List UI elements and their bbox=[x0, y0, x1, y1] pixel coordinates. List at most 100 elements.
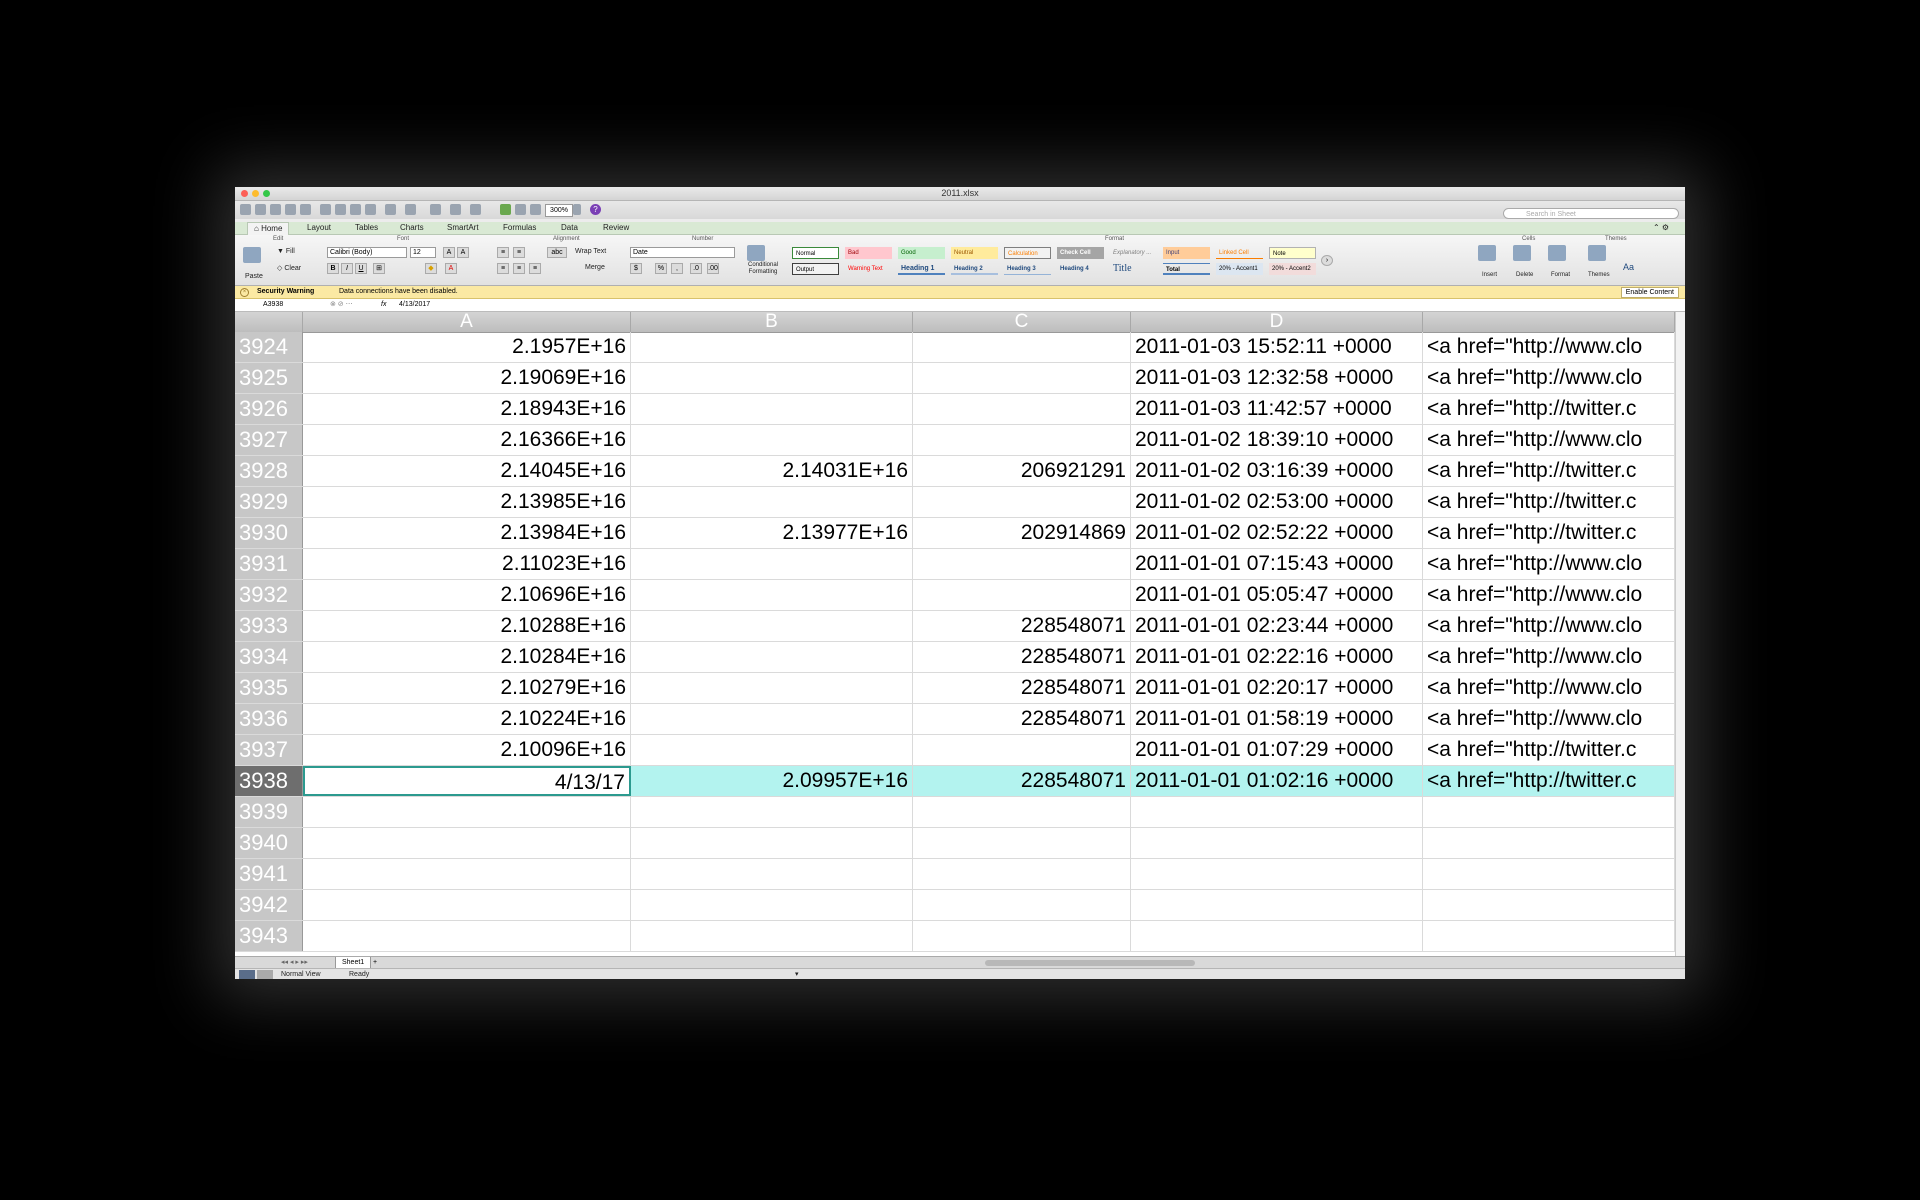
cell-c[interactable] bbox=[913, 332, 1131, 362]
cell-e[interactable]: <a href="http://twitter.c bbox=[1423, 766, 1675, 796]
cell-d[interactable]: 2011-01-02 02:53:00 +0000 bbox=[1131, 487, 1423, 517]
cell-a[interactable] bbox=[303, 797, 631, 827]
style-calculation[interactable]: Calculation bbox=[1004, 247, 1051, 259]
style-output[interactable]: Output bbox=[792, 263, 839, 275]
tab-smartart[interactable]: SmartArt bbox=[447, 223, 479, 232]
borders-icon[interactable]: ⊞ bbox=[373, 263, 385, 274]
cell-e[interactable]: <a href="http://www.clo bbox=[1423, 363, 1675, 393]
cell-a[interactable]: 2.14045E+16 bbox=[303, 456, 631, 486]
cell-d[interactable]: 2011-01-03 15:52:11 +0000 bbox=[1131, 332, 1423, 362]
insert-label[interactable]: Insert bbox=[1482, 272, 1497, 278]
cell-c[interactable]: 228548071 bbox=[913, 611, 1131, 641]
cell-c[interactable]: 202914869 bbox=[913, 518, 1131, 548]
cell-e[interactable]: <a href="http://twitter.c bbox=[1423, 487, 1675, 517]
cell-c[interactable] bbox=[913, 735, 1131, 765]
page-layout-view-icon[interactable] bbox=[257, 970, 273, 979]
zoom-dropdown-icon[interactable] bbox=[573, 204, 581, 215]
cell-d[interactable]: 2011-01-02 18:39:10 +0000 bbox=[1131, 425, 1423, 455]
collapse-ribbon-icon[interactable]: ⌃ ⚙ bbox=[1653, 223, 1669, 232]
cut-icon[interactable] bbox=[320, 204, 331, 215]
cell-d[interactable]: 2011-01-01 01:58:19 +0000 bbox=[1131, 704, 1423, 734]
cell-c[interactable]: 228548071 bbox=[913, 766, 1131, 796]
wrap-text-button[interactable]: Wrap Text bbox=[575, 248, 606, 255]
style-accent1[interactable]: 20% - Accent1 bbox=[1216, 263, 1263, 275]
cell-c[interactable]: 228548071 bbox=[913, 642, 1131, 672]
cell-e[interactable]: <a href="http://twitter.c bbox=[1423, 518, 1675, 548]
cell-a[interactable] bbox=[303, 859, 631, 889]
cell-d[interactable] bbox=[1131, 797, 1423, 827]
font-size-select[interactable]: 12 bbox=[410, 247, 436, 258]
row-header[interactable]: 3932 bbox=[235, 580, 303, 610]
format-painter-icon[interactable] bbox=[365, 204, 376, 215]
paste-label[interactable]: Paste bbox=[245, 273, 263, 280]
conditional-formatting-label[interactable]: Conditional Formatting bbox=[741, 262, 785, 276]
clear-button[interactable]: ◇ Clear bbox=[277, 264, 301, 272]
cell-b[interactable] bbox=[631, 673, 913, 703]
grow-font-icon[interactable]: A bbox=[443, 247, 455, 258]
formula-input[interactable]: 4/13/2017 bbox=[399, 299, 430, 311]
formula-builder-icon[interactable] bbox=[500, 204, 511, 215]
cell-d[interactable]: 2011-01-01 01:02:16 +0000 bbox=[1131, 766, 1423, 796]
cell-b[interactable] bbox=[631, 735, 913, 765]
cell-a[interactable] bbox=[303, 921, 631, 951]
cell-e[interactable] bbox=[1423, 797, 1675, 827]
close-warning-icon[interactable]: × bbox=[240, 288, 249, 297]
open-icon[interactable] bbox=[270, 204, 281, 215]
theme-fonts-button[interactable]: Aa bbox=[1623, 262, 1634, 272]
formula-controls-icon[interactable]: ⊗ ⊘ ⋯ bbox=[330, 299, 353, 311]
help-icon[interactable]: ? bbox=[590, 204, 601, 215]
cell-d[interactable]: 2011-01-01 07:15:43 +0000 bbox=[1131, 549, 1423, 579]
style-title[interactable]: Title bbox=[1110, 263, 1157, 275]
row-header[interactable]: 3931 bbox=[235, 549, 303, 579]
status-dropdown-icon[interactable]: ▾ bbox=[795, 969, 799, 979]
cell-c[interactable] bbox=[913, 859, 1131, 889]
row-header[interactable]: 3942 bbox=[235, 890, 303, 920]
style-input[interactable]: Input bbox=[1163, 247, 1210, 259]
row-header[interactable]: 3930 bbox=[235, 518, 303, 548]
cell-a[interactable] bbox=[303, 828, 631, 858]
cell-b[interactable] bbox=[631, 549, 913, 579]
cell-a[interactable]: 2.18943E+16 bbox=[303, 394, 631, 424]
cell-c[interactable] bbox=[913, 363, 1131, 393]
cell-c[interactable] bbox=[913, 828, 1131, 858]
font-name-select[interactable]: Calibri (Body) bbox=[327, 247, 407, 258]
row-header[interactable]: 3941 bbox=[235, 859, 303, 889]
themes-label[interactable]: Themes bbox=[1588, 272, 1610, 278]
cell-c[interactable]: 206921291 bbox=[913, 456, 1131, 486]
cell-c[interactable] bbox=[913, 797, 1131, 827]
filter-icon[interactable] bbox=[470, 204, 481, 215]
row-header[interactable]: 3940 bbox=[235, 828, 303, 858]
style-warning-text[interactable]: Warning Text bbox=[845, 263, 892, 275]
cell-a[interactable]: 2.10279E+16 bbox=[303, 673, 631, 703]
cell-e[interactable]: <a href="http://www.clo bbox=[1423, 425, 1675, 455]
style-accent2[interactable]: 20% - Accent2 bbox=[1269, 263, 1316, 275]
cell-b[interactable] bbox=[631, 828, 913, 858]
cell-d[interactable]: 2011-01-02 03:16:39 +0000 bbox=[1131, 456, 1423, 486]
decrease-decimal-icon[interactable]: .00 bbox=[707, 263, 719, 274]
cell-a[interactable]: 2.13984E+16 bbox=[303, 518, 631, 548]
search-field[interactable]: Search in Sheet bbox=[1503, 208, 1679, 219]
cell-e[interactable] bbox=[1423, 921, 1675, 951]
cell-e[interactable]: <a href="http://www.clo bbox=[1423, 704, 1675, 734]
tab-formulas[interactable]: Formulas bbox=[503, 223, 536, 232]
bold-button[interactable]: B bbox=[327, 263, 339, 274]
cell-e[interactable] bbox=[1423, 890, 1675, 920]
cell-a[interactable]: 2.10284E+16 bbox=[303, 642, 631, 672]
row-header[interactable]: 3929 bbox=[235, 487, 303, 517]
cell-e[interactable]: <a href="http://www.clo bbox=[1423, 642, 1675, 672]
style-heading-1[interactable]: Heading 1 bbox=[898, 263, 945, 275]
align-middle-icon[interactable]: ≡ bbox=[513, 247, 525, 258]
row-header[interactable]: 3943 bbox=[235, 921, 303, 951]
underline-button[interactable]: U bbox=[355, 263, 367, 274]
cell-a[interactable]: 4/13/17 bbox=[303, 766, 631, 796]
cell-c[interactable] bbox=[913, 549, 1131, 579]
column-header-b[interactable]: B bbox=[631, 312, 913, 332]
cell-d[interactable]: 2011-01-01 01:07:29 +0000 bbox=[1131, 735, 1423, 765]
fill-color-icon[interactable]: ◆ bbox=[425, 263, 437, 274]
cell-c[interactable] bbox=[913, 921, 1131, 951]
cell-c[interactable]: 228548071 bbox=[913, 704, 1131, 734]
copy-icon[interactable] bbox=[335, 204, 346, 215]
cell-e[interactable]: <a href="http://twitter.c bbox=[1423, 394, 1675, 424]
tab-layout[interactable]: Layout bbox=[307, 223, 331, 232]
cell-a[interactable]: 2.10224E+16 bbox=[303, 704, 631, 734]
